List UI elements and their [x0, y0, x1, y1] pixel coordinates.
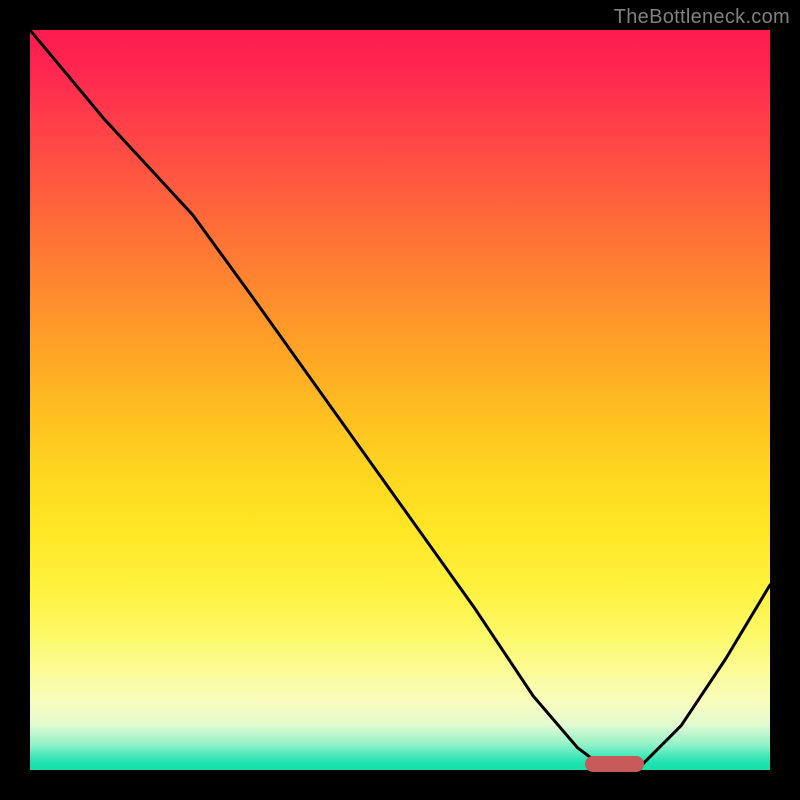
- curve-svg: [30, 30, 770, 770]
- bottleneck-curve: [30, 30, 770, 770]
- watermark-text: TheBottleneck.com: [614, 6, 790, 29]
- optimal-marker: [585, 756, 644, 772]
- chart-container: TheBottleneck.com: [0, 0, 800, 800]
